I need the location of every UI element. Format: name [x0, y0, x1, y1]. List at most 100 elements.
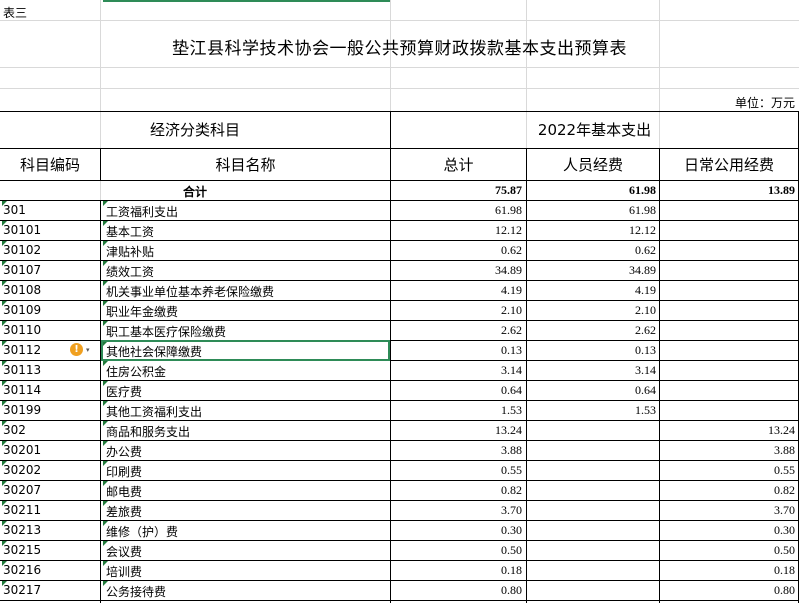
row-public[interactable]: 0.80 — [660, 583, 795, 598]
row-code[interactable]: 30202 — [3, 463, 99, 477]
row-total[interactable]: 0.50 — [391, 543, 522, 558]
row-code[interactable]: 302 — [3, 423, 99, 437]
row-total[interactable]: 0.64 — [391, 383, 522, 398]
row-name[interactable]: 住房公积金 — [106, 363, 386, 380]
row-total[interactable]: 13.24 — [391, 423, 522, 438]
header-name[interactable]: 科目名称 — [101, 148, 390, 180]
row-code[interactable]: 30113 — [3, 363, 99, 377]
total-total[interactable]: 75.87 — [391, 183, 522, 198]
row-public[interactable]: 13.24 — [660, 423, 795, 438]
row-total[interactable]: 0.55 — [391, 463, 522, 478]
row-personnel[interactable]: 0.13 — [527, 343, 656, 358]
row-code[interactable]: 30216 — [3, 563, 99, 577]
row-code[interactable]: 30114 — [3, 383, 99, 397]
row-total[interactable]: 61.98 — [391, 203, 522, 218]
selected-cell[interactable] — [101, 340, 390, 361]
row-code[interactable]: 30109 — [3, 303, 99, 317]
row-total[interactable]: 1.53 — [391, 403, 522, 418]
row-name[interactable]: 医疗费 — [106, 383, 386, 400]
spreadsheet[interactable]: 表三 垫江县科学技术协会一般公共预算财政拨款基本支出预算表 单位：万元 经济分类… — [0, 0, 799, 603]
header-code[interactable]: 科目编码 — [0, 148, 100, 180]
row-name[interactable]: 维修（护）费 — [106, 523, 386, 540]
total-personnel[interactable]: 61.98 — [527, 183, 656, 198]
page-title[interactable]: 垫江县科学技术协会一般公共预算财政拨款基本支出预算表 — [0, 34, 799, 59]
row-public[interactable]: 0.18 — [660, 563, 795, 578]
row-code[interactable]: 30207 — [3, 483, 99, 497]
row-code[interactable]: 30215 — [3, 543, 99, 557]
row-total[interactable]: 0.82 — [391, 483, 522, 498]
header-category[interactable]: 经济分类科目 — [0, 111, 390, 148]
row-code[interactable]: 30201 — [3, 443, 99, 457]
row-name[interactable]: 办公费 — [106, 443, 386, 460]
row-total[interactable]: 2.10 — [391, 303, 522, 318]
sheet-label[interactable]: 表三 — [3, 4, 27, 21]
row-total[interactable]: 12.12 — [391, 223, 522, 238]
row-code[interactable]: 30211 — [3, 503, 99, 517]
row-total[interactable]: 0.62 — [391, 243, 522, 258]
row-name[interactable]: 公务接待费 — [106, 583, 386, 600]
row-personnel[interactable]: 3.14 — [527, 363, 656, 378]
row-name[interactable]: 津贴补贴 — [106, 243, 386, 260]
row-name[interactable]: 职工基本医疗保险缴费 — [106, 323, 386, 340]
row-code[interactable]: 30213 — [3, 523, 99, 537]
row-total[interactable]: 0.30 — [391, 523, 522, 538]
row-code[interactable]: 30110 — [3, 323, 99, 337]
row-name[interactable]: 邮电费 — [106, 483, 386, 500]
row-name[interactable]: 其他工资福利支出 — [106, 403, 386, 420]
dropdown-arrow-icon[interactable]: ▾ — [86, 346, 90, 354]
row-total[interactable]: 3.70 — [391, 503, 522, 518]
row-name[interactable]: 职业年金缴费 — [106, 303, 386, 320]
error-marker — [2, 461, 7, 466]
total-public[interactable]: 13.89 — [660, 183, 795, 198]
row-personnel[interactable]: 34.89 — [527, 263, 656, 278]
row-code[interactable]: 30108 — [3, 283, 99, 297]
row-public[interactable]: 0.82 — [660, 483, 795, 498]
row-name[interactable]: 培训费 — [106, 563, 386, 580]
error-marker — [2, 381, 7, 386]
row-personnel[interactable]: 2.10 — [527, 303, 656, 318]
row-total[interactable]: 3.88 — [391, 443, 522, 458]
row-total[interactable]: 3.14 — [391, 363, 522, 378]
row-public[interactable]: 3.88 — [660, 443, 795, 458]
row-personnel[interactable]: 61.98 — [527, 203, 656, 218]
row-name[interactable]: 绩效工资 — [106, 263, 386, 280]
row-code[interactable]: 30112 — [3, 343, 99, 357]
row-total[interactable]: 4.19 — [391, 283, 522, 298]
row-name[interactable]: 基本工资 — [106, 223, 386, 240]
row-code[interactable]: 30107 — [3, 263, 99, 277]
row-name[interactable]: 印刷费 — [106, 463, 386, 480]
header-personnel[interactable]: 人员经费 — [527, 148, 659, 180]
row-name[interactable]: 会议费 — [106, 543, 386, 560]
row-total[interactable]: 2.62 — [391, 323, 522, 338]
row-personnel[interactable]: 0.64 — [527, 383, 656, 398]
row-name[interactable]: 商品和服务支出 — [106, 423, 386, 440]
row-name[interactable]: 差旅费 — [106, 503, 386, 520]
row-public[interactable]: 3.70 — [660, 503, 795, 518]
row-code[interactable]: 30217 — [3, 583, 99, 597]
row-code[interactable]: 301 — [3, 203, 99, 217]
error-marker — [2, 401, 7, 406]
warning-icon[interactable]: ! — [70, 343, 83, 356]
row-personnel[interactable]: 4.19 — [527, 283, 656, 298]
row-personnel[interactable]: 12.12 — [527, 223, 656, 238]
header-year-expense[interactable]: 2022年基本支出 — [391, 111, 798, 148]
row-code[interactable]: 30101 — [3, 223, 99, 237]
row-public[interactable]: 0.55 — [660, 463, 795, 478]
header-public[interactable]: 日常公用经费 — [660, 148, 798, 180]
row-code[interactable]: 30199 — [3, 403, 99, 417]
row-public[interactable]: 0.50 — [660, 543, 795, 558]
header-total[interactable]: 总计 — [391, 148, 526, 180]
row-personnel[interactable]: 2.62 — [527, 323, 656, 338]
row-total[interactable]: 0.13 — [391, 343, 522, 358]
row-name[interactable]: 机关事业单位基本养老保险缴费 — [106, 283, 386, 300]
row-total[interactable]: 0.18 — [391, 563, 522, 578]
row-total[interactable]: 0.80 — [391, 583, 522, 598]
total-label[interactable]: 合计 — [0, 183, 390, 200]
row-public[interactable]: 0.30 — [660, 523, 795, 538]
row-name[interactable]: 工资福利支出 — [106, 203, 386, 220]
row-total[interactable]: 34.89 — [391, 263, 522, 278]
row-personnel[interactable]: 0.62 — [527, 243, 656, 258]
unit-label[interactable]: 单位：万元 — [735, 94, 795, 111]
row-code[interactable]: 30102 — [3, 243, 99, 257]
row-personnel[interactable]: 1.53 — [527, 403, 656, 418]
